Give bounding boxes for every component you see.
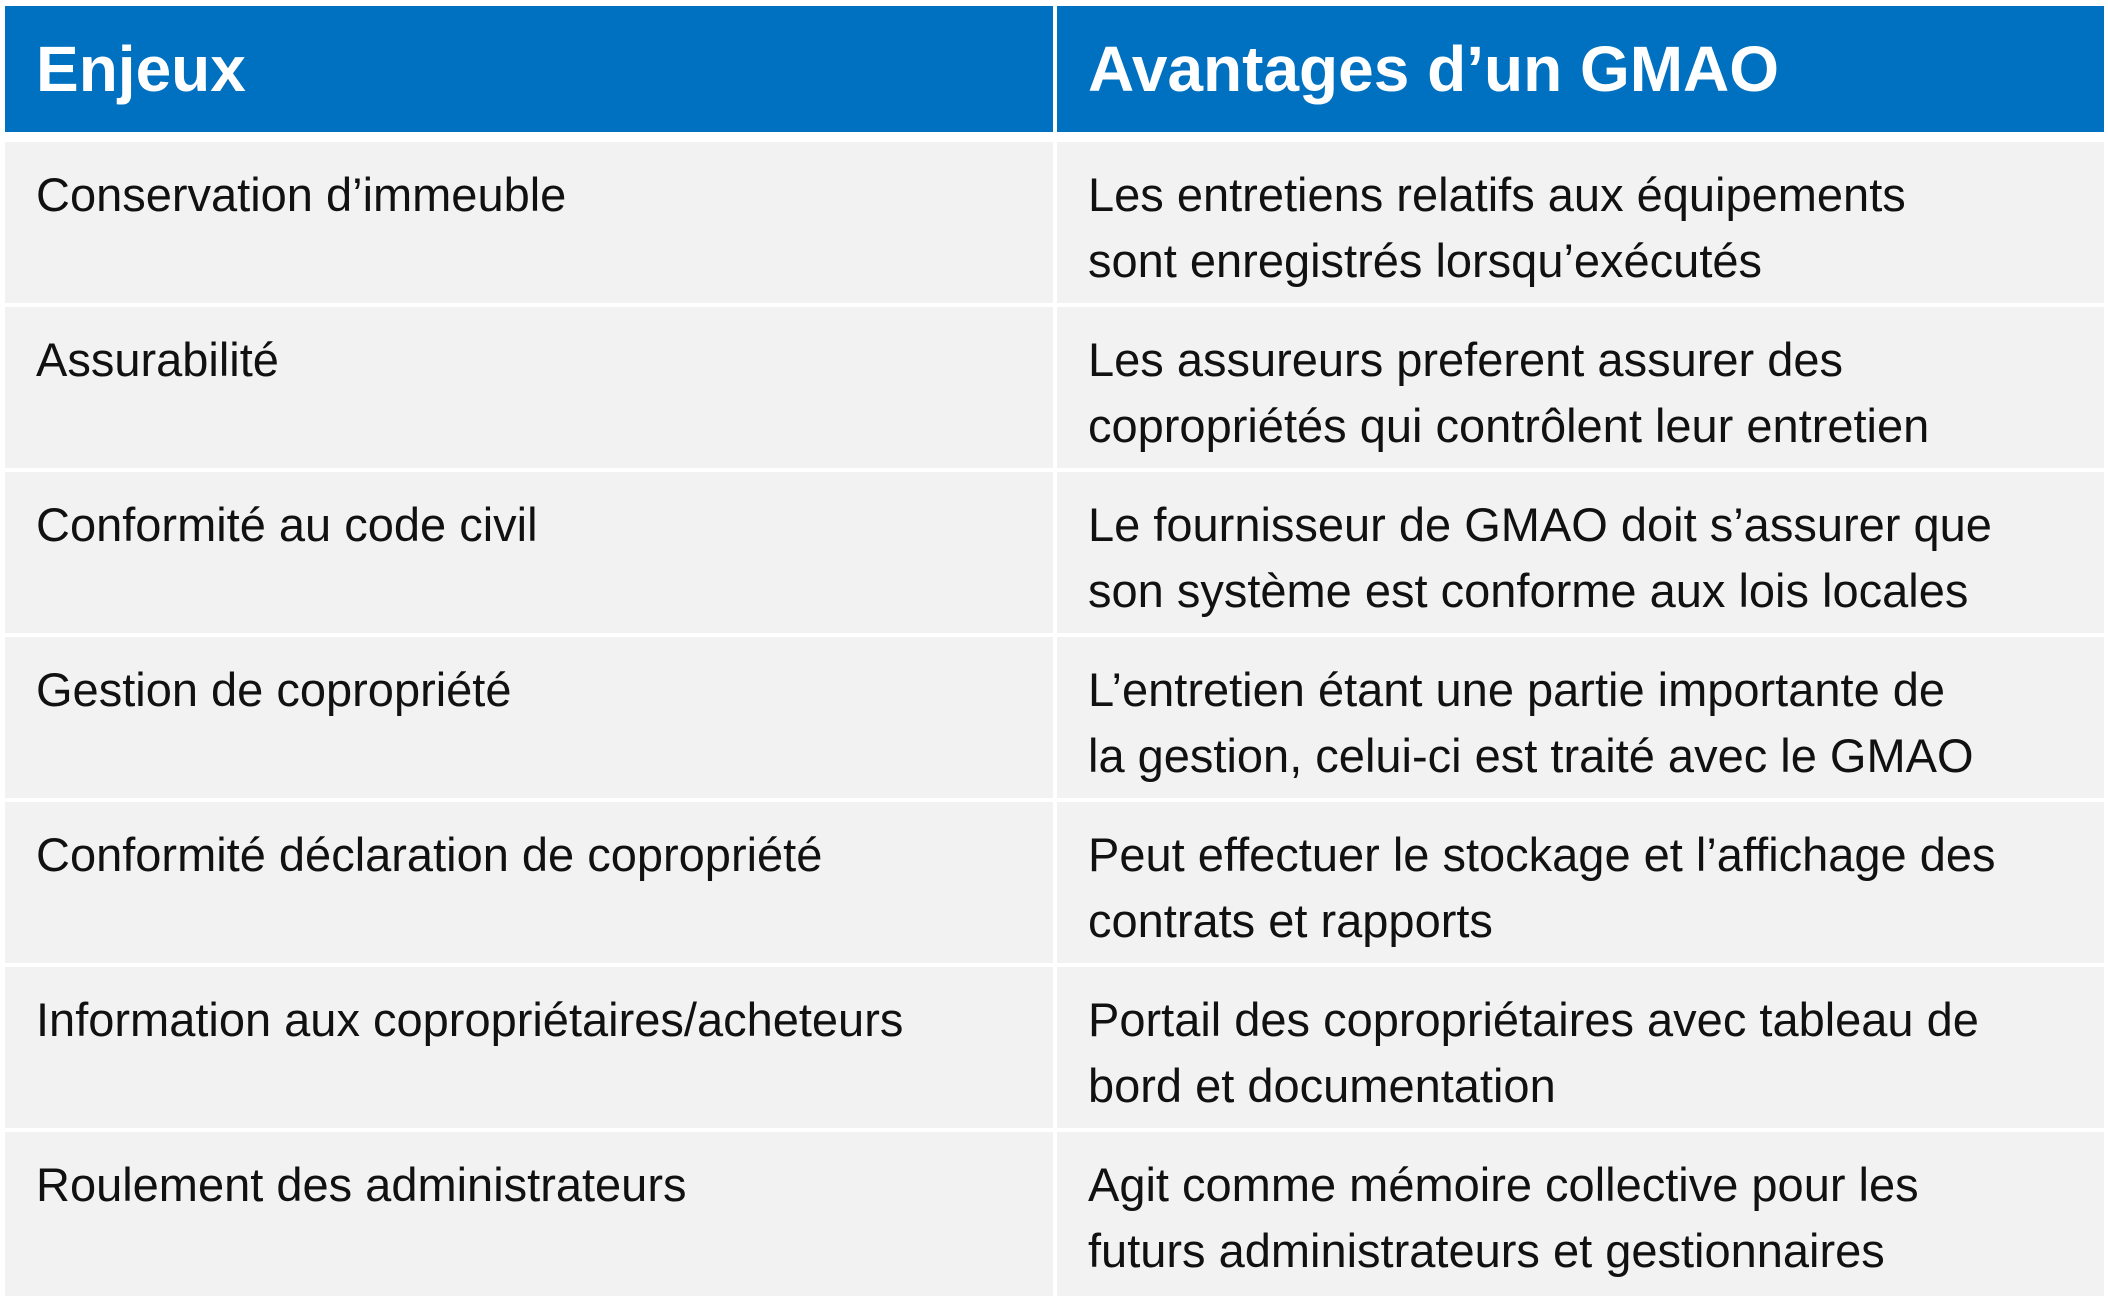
avantage-text-line2: sont enregistrés lorsqu’exécutés <box>1088 234 1763 287</box>
enjeu-cell: Gestion de copropriété <box>5 637 1053 798</box>
enjeu-text: Conformité au code civil <box>36 498 538 551</box>
header-enjeux: Enjeux <box>5 6 1053 132</box>
avantage-text-line2: contrats et rapports <box>1088 894 1493 947</box>
enjeu-cell: Roulement des administrateurs <box>5 1132 1053 1296</box>
avantage-text-line1: Portail des copropriétaires avec tableau… <box>1088 993 1979 1046</box>
avantage-cell: Peut effectuer le stockage et l’affichag… <box>1057 802 2104 963</box>
avantage-text-line1: Les entretiens relatifs aux équipements <box>1088 168 1906 221</box>
enjeu-text: Assurabilité <box>36 333 279 386</box>
enjeu-cell: Conservation d’immeuble <box>5 142 1053 303</box>
avantage-text-line1: L’entretien étant une partie importante … <box>1088 663 1946 716</box>
avantage-text-line2: copropriétés qui contrôlent leur entreti… <box>1088 399 1930 452</box>
enjeu-cell: Assurabilité <box>5 307 1053 468</box>
enjeu-text: Information aux copropriétaires/acheteur… <box>36 993 904 1046</box>
avantage-text-line2: bord et documentation <box>1088 1059 1556 1112</box>
avantage-cell: Les entretiens relatifs aux équipements s… <box>1057 142 2104 303</box>
avantage-text-line1: Le fournisseur de GMAO doit s’assurer qu… <box>1088 498 1992 551</box>
avantage-text-line1: Agit comme mémoire collective pour les <box>1088 1158 1919 1211</box>
enjeu-text: Roulement des administrateurs <box>36 1158 687 1211</box>
avantage-cell: L’entretien étant une partie importante … <box>1057 637 2104 798</box>
avantage-text-line2: la gestion, celui-ci est traité avec le … <box>1088 729 1974 782</box>
avantage-text-line2: son système est conforme aux lois locale… <box>1088 564 1969 617</box>
enjeu-text: Gestion de copropriété <box>36 663 512 716</box>
avantage-cell: Portail des copropriétaires avec tableau… <box>1057 967 2104 1128</box>
enjeu-text: Conformité déclaration de copropriété <box>36 828 823 881</box>
avantage-cell: Les assureurs preferent assurer des copro… <box>1057 307 2104 468</box>
enjeu-cell: Information aux copropriétaires/acheteur… <box>5 967 1053 1128</box>
avantage-text-line2: futurs administrateurs et gestionnaires <box>1088 1224 1885 1277</box>
enjeu-cell: Conformité au code civil <box>5 472 1053 633</box>
avantage-text-line1: Peut effectuer le stockage et l’affichag… <box>1088 828 1996 881</box>
avantage-cell: Agit comme mémoire collective pour les fu… <box>1057 1132 2104 1296</box>
avantage-cell: Le fournisseur de GMAO doit s’assurer qu… <box>1057 472 2104 633</box>
avantage-text-line1: Les assureurs preferent assurer des <box>1088 333 1843 386</box>
enjeux-table: Enjeux Avantages d’un GMAO Conservation … <box>5 6 2104 1296</box>
enjeu-text: Conservation d’immeuble <box>36 168 567 221</box>
enjeu-cell: Conformité déclaration de copropriété <box>5 802 1053 963</box>
header-avantages: Avantages d’un GMAO <box>1057 6 2104 132</box>
